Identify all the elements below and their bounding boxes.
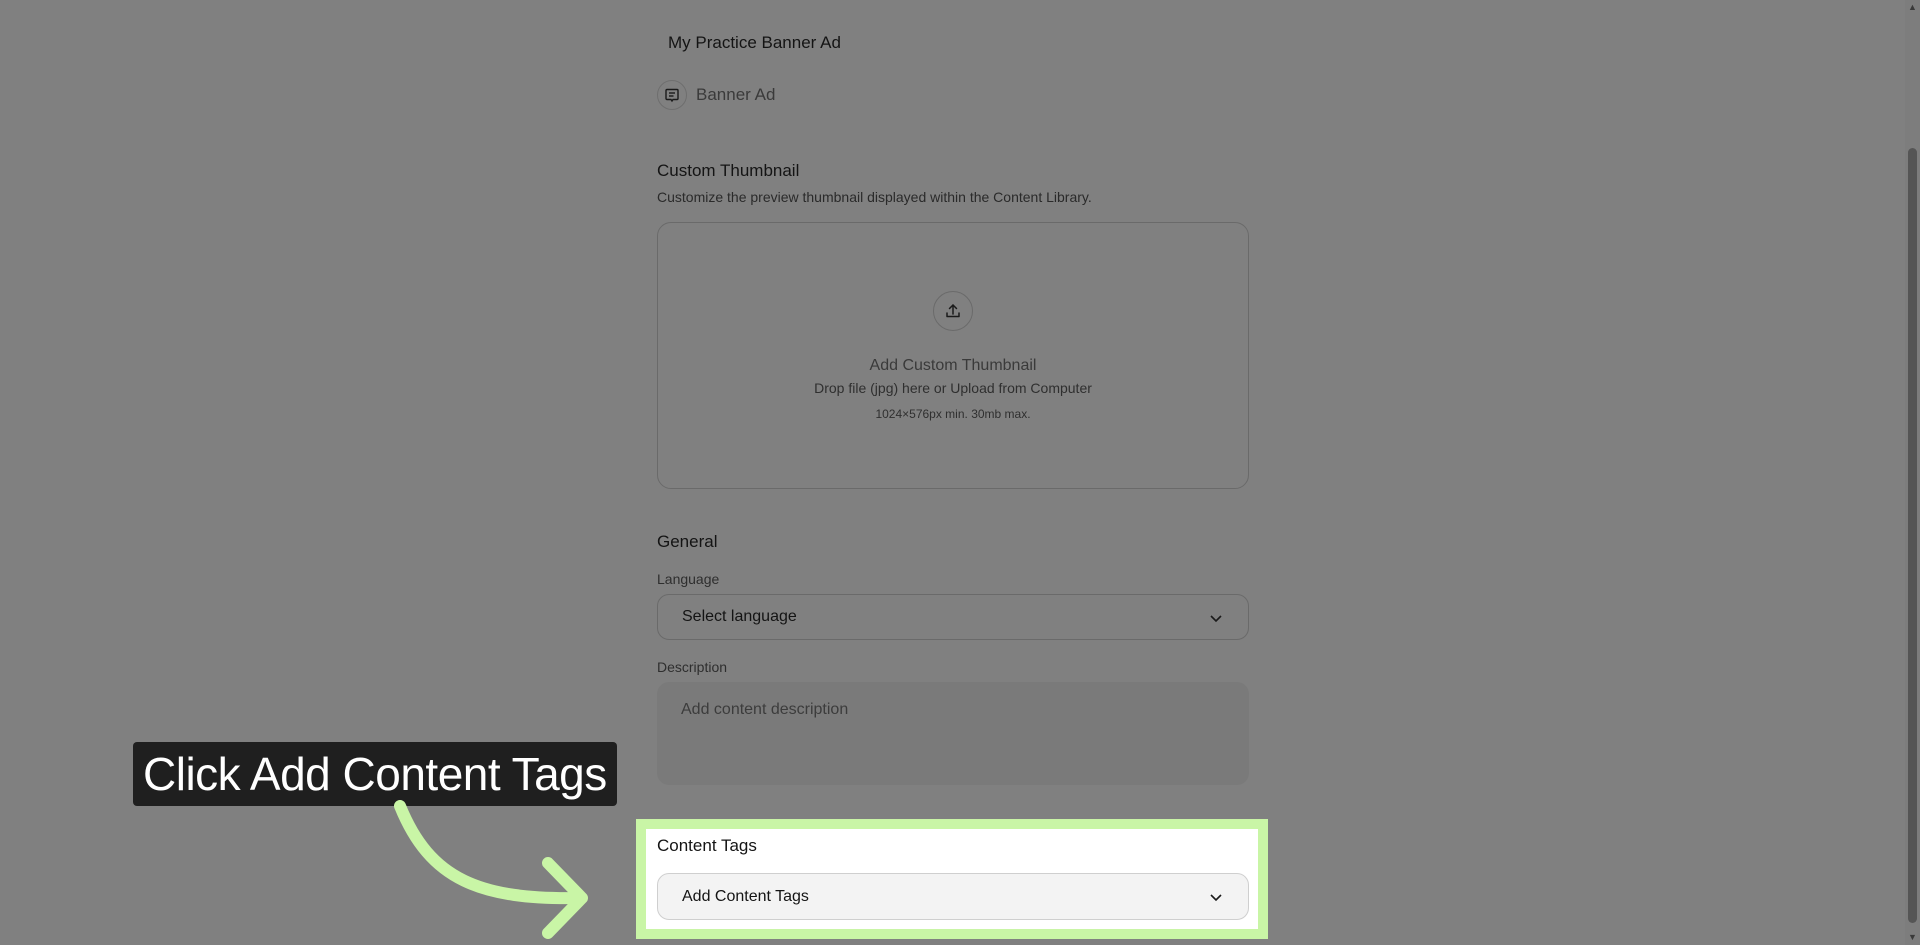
custom-thumbnail-description: Customize the preview thumbnail displaye… <box>657 189 1092 205</box>
description-placeholder: Add content description <box>681 701 849 718</box>
tutorial-callout: Click Add Content Tags <box>133 742 617 806</box>
general-heading: General <box>657 532 718 551</box>
content-tags-heading: Content Tags <box>657 836 757 855</box>
content-tags-select-value: Add Content Tags <box>682 888 809 905</box>
description-textarea[interactable]: Add content description <box>657 682 1249 785</box>
language-select[interactable]: Select language <box>657 594 1249 640</box>
description-label: Description <box>657 659 728 675</box>
chevron-down-icon <box>1208 889 1224 910</box>
language-select-value: Select language <box>682 608 797 625</box>
dropzone-subtitle: Drop file (jpg) here or Upload from Comp… <box>814 380 1092 396</box>
scroll-up-icon[interactable]: ▲ <box>1908 2 1917 12</box>
custom-thumbnail-heading: Custom Thumbnail <box>657 161 800 180</box>
chevron-down-icon <box>1208 610 1224 631</box>
vertical-scrollbar[interactable]: ▲ ▼ <box>1905 0 1920 945</box>
content-name: My Practice Banner Ad <box>668 33 841 52</box>
scroll-down-icon[interactable]: ▼ <box>1908 932 1917 942</box>
language-label: Language <box>657 571 720 587</box>
dropzone-title: Add Custom Thumbnail <box>869 357 1037 374</box>
dropzone-limits: 1024×576px min. 30mb max. <box>875 407 1031 421</box>
thumbnail-dropzone[interactable] <box>657 222 1249 489</box>
content-type-label: Banner Ad <box>696 85 776 104</box>
message-square-icon <box>657 80 687 110</box>
tutorial-arrow-icon <box>394 800 588 939</box>
content-tags-select[interactable]: Add Content Tags <box>657 873 1249 920</box>
upload-icon[interactable] <box>933 291 973 331</box>
scrollbar-thumb[interactable] <box>1908 148 1917 923</box>
